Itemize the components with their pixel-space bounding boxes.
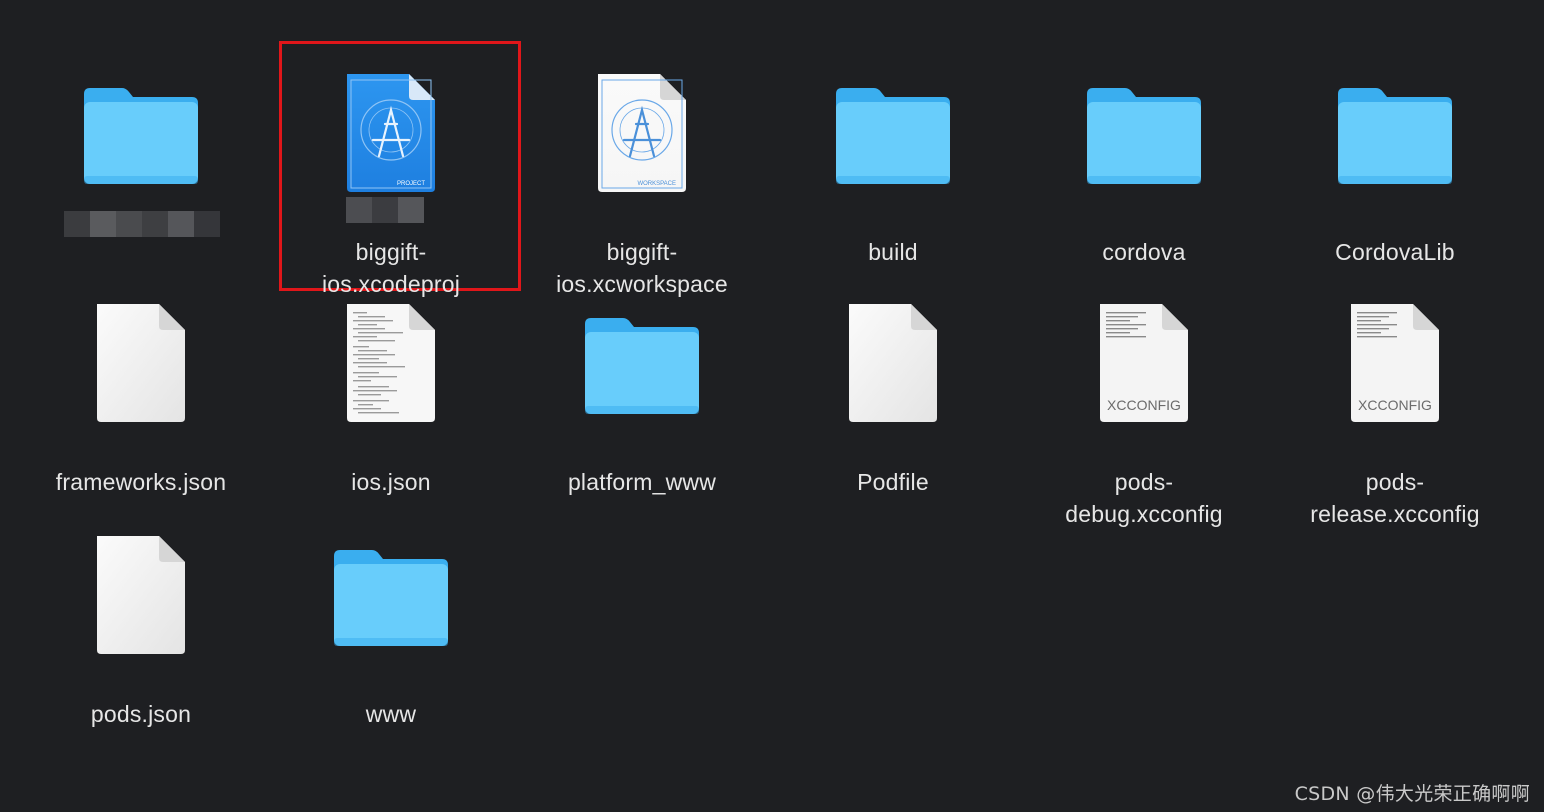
item-label: CordovaLib — [1270, 236, 1520, 268]
item-label-line: release.xcconfig — [1310, 501, 1480, 527]
document-icon — [768, 302, 1018, 452]
item-label-line: CordovaLib — [1335, 239, 1455, 265]
folder-item[interactable]: www — [266, 534, 516, 764]
file-item[interactable]: XCCONFIG pods-release.xcconfig — [1270, 302, 1520, 532]
file-item[interactable]: Podfile — [768, 302, 1018, 532]
folder-item[interactable]: platform_www — [517, 302, 767, 532]
file-item[interactable]: ios.json — [266, 302, 516, 532]
item-label-line: cordova — [1102, 239, 1186, 265]
folder-icon — [768, 72, 1018, 222]
text-document-icon — [266, 302, 516, 452]
xcconfig-file-icon: XCCONFIG — [1019, 302, 1269, 452]
svg-text:WORKSPACE: WORKSPACE — [637, 181, 676, 187]
folder-icon — [517, 302, 767, 452]
folder-item[interactable]: build — [768, 72, 1018, 302]
item-label: cordova — [1019, 236, 1269, 268]
folder-icon — [1270, 72, 1520, 222]
item-label-line: ios.json — [351, 469, 431, 495]
item-label-line: biggift- — [355, 239, 427, 265]
item-label: biggift-ios.xcworkspace — [517, 236, 767, 300]
folder-icon — [16, 72, 266, 222]
file-item[interactable]: pods.json — [16, 534, 266, 764]
item-label-line: ios.xcworkspace — [556, 271, 728, 297]
file-item[interactable]: frameworks.json — [16, 302, 266, 532]
svg-text:PROJECT: PROJECT — [397, 181, 425, 187]
item-label: build — [768, 236, 1018, 268]
file-item[interactable]: PROJECT biggift-ios.xcodeproj — [266, 72, 516, 302]
item-label-line: debug.xcconfig — [1065, 501, 1223, 527]
folder-icon — [266, 534, 516, 684]
item-label: platform_www — [517, 466, 767, 498]
item-label-line: frameworks.json — [55, 469, 227, 495]
item-label-line: biggift- — [606, 239, 678, 265]
xcconfig-file-icon: XCCONFIG — [1270, 302, 1520, 452]
item-label-line: platform_www — [567, 469, 717, 495]
finder-icon-view: CSDN @伟大光荣正确啊啊 PROJECT biggift-ios.xcode… — [0, 0, 1544, 812]
item-label-line: pods- — [1114, 469, 1174, 495]
folder-item[interactable] — [16, 72, 266, 302]
item-label-line: www — [365, 701, 417, 727]
svg-text:XCCONFIG: XCCONFIG — [1358, 397, 1432, 413]
item-label: ios.json — [266, 466, 516, 498]
item-label-line: ios.xcodeproj — [321, 271, 461, 297]
item-label-line: pods- — [1365, 469, 1425, 495]
item-label: pods-debug.xcconfig — [1019, 466, 1269, 530]
item-label: pods-release.xcconfig — [1270, 466, 1520, 530]
item-label-line: build — [868, 239, 918, 265]
xcode-workspace-icon: WORKSPACE — [517, 72, 767, 222]
redacted-name-mosaic — [346, 197, 424, 223]
document-icon — [16, 302, 266, 452]
item-label: www — [266, 698, 516, 730]
item-label: pods.json — [16, 698, 266, 730]
document-icon — [16, 534, 266, 684]
file-item[interactable]: XCCONFIG pods-debug.xcconfig — [1019, 302, 1269, 532]
folder-icon — [1019, 72, 1269, 222]
item-label: Podfile — [768, 466, 1018, 498]
redacted-name-mosaic — [64, 211, 220, 237]
file-item[interactable]: WORKSPACE biggift-ios.xcworkspace — [517, 72, 767, 302]
watermark: CSDN @伟大光荣正确啊啊 — [1294, 783, 1530, 805]
item-label-line: Podfile — [857, 469, 929, 495]
item-label: biggift-ios.xcodeproj — [266, 236, 516, 300]
folder-item[interactable]: cordova — [1019, 72, 1269, 302]
svg-text:XCCONFIG: XCCONFIG — [1107, 397, 1181, 413]
item-label: frameworks.json — [16, 466, 266, 498]
folder-item[interactable]: CordovaLib — [1270, 72, 1520, 302]
item-label-line: pods.json — [90, 701, 192, 727]
